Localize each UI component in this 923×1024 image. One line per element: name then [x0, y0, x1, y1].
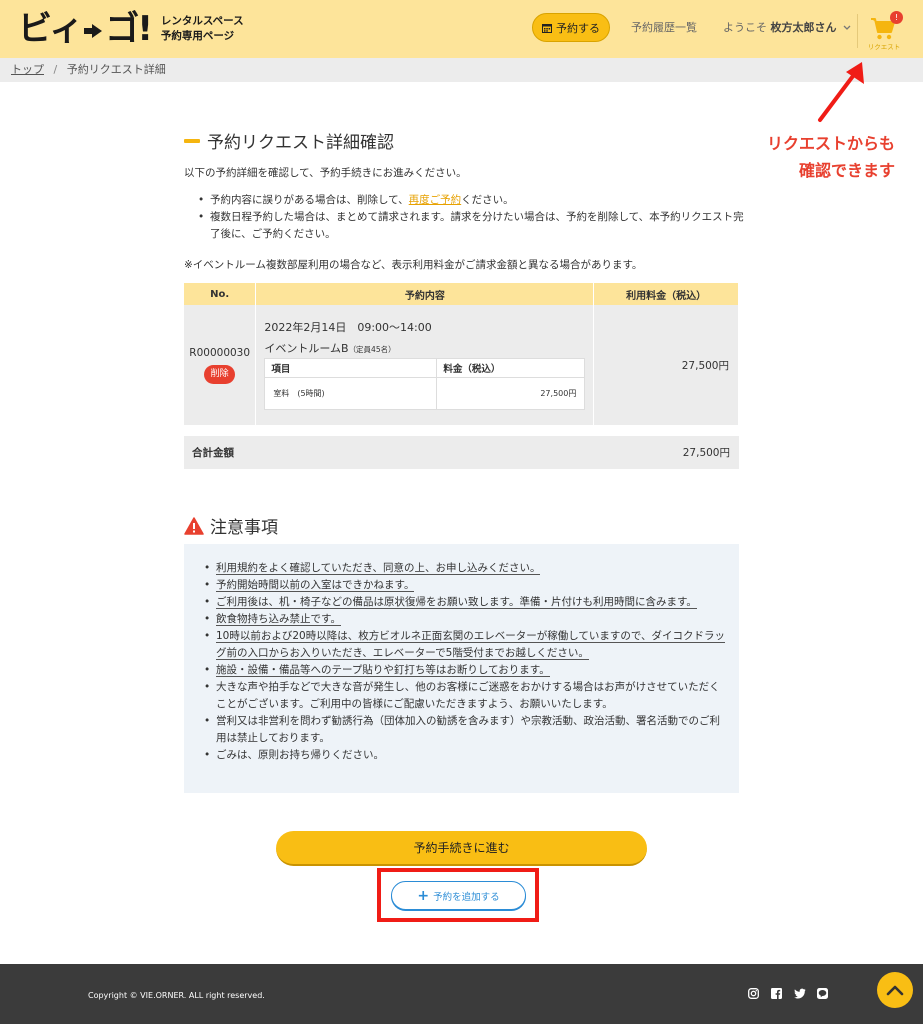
instruction-item: 予約内容に誤りがある場合は、削除して、再度ご予約ください。: [198, 192, 748, 209]
caution-item: 施設・設備・備品等へのテープ貼りや釘打ち等はお断りしております。: [204, 662, 729, 679]
breadcrumb: トップ / 予約リクエスト詳細: [0, 58, 923, 82]
delete-button[interactable]: 削除: [204, 364, 236, 384]
fee-header-item: 項目: [264, 358, 438, 378]
reservation-date: 2022年2月14日 09:00〜14:00: [264, 321, 432, 334]
proceed-button[interactable]: 予約手続きに進む: [276, 831, 647, 866]
column-header-content: 予約内容: [255, 283, 595, 305]
total-label: 合計金額: [192, 447, 234, 459]
history-link[interactable]: 予約履歴一覧: [631, 19, 697, 35]
user-name: 枚方太郎さん: [770, 21, 837, 34]
add-reservation-button[interactable]: + 予約を追加する: [391, 881, 526, 910]
reservation-content-cell: 2022年2月14日 09:00〜14:00 イベントルームB（定員45名） 項…: [255, 305, 595, 425]
annotation-arrow-icon: [818, 62, 864, 122]
intro-text: 以下の予約詳細を確認して、予約手続きにお進みください。: [184, 167, 467, 179]
copyright: Copyright © VIE.ORNER. ALL right reserve…: [88, 991, 265, 1000]
caution-item: 営利又は非営利を問わず勧誘行為（団体加入の勧誘を含みます）や宗教活動、政治活動、…: [204, 713, 729, 747]
caution-item-text: 施設・設備・備品等へのテープ貼りや釘打ち等はお断りしております。: [216, 664, 550, 677]
caution-item: ご利用後は、机・椅子などの備品は原状復帰をお願い致します。準備・片付けも利用時間…: [204, 594, 729, 611]
logo-sub-line2: 予約専用ページ: [160, 30, 235, 42]
instruction-item: 複数日程予約した場合は、まとめて請求されます。請求を分けたい場合は、予約を削除し…: [198, 209, 748, 243]
logo-arrow-icon: [84, 24, 103, 38]
logo-subtitle: レンタルスペース 予約専用ページ: [161, 14, 244, 44]
total-row: 合計金額 27,500円: [184, 436, 739, 469]
logo-main-right: ゴ!: [105, 9, 152, 49]
logo-sub-line1: レンタルスペース: [160, 15, 244, 27]
plus-icon: +: [417, 887, 430, 904]
page-title-text: 予約リクエスト詳細確認: [207, 133, 394, 153]
caution-item: 飲食物持ち込み禁止です。: [204, 611, 729, 628]
breadcrumb-current: 予約リクエスト詳細: [66, 63, 166, 76]
facebook-icon[interactable]: [771, 988, 782, 999]
chevron-down-icon: [843, 25, 851, 30]
rebook-link[interactable]: 再度ご予約: [409, 194, 462, 206]
fee-breakdown-table: 項目 料金（税込） 室料 (5時間) 27,500円: [264, 358, 586, 410]
caution-item: 大きな声や拍手などで大きな音が発生し、他のお客様にご迷惑をおかけする場合はお声が…: [204, 679, 729, 713]
caution-item-text: 飲食物持ち込み禁止です。: [216, 613, 341, 626]
request-cart-button[interactable]: ! リクエスト: [866, 11, 903, 52]
price-note: ※イベントルーム複数部屋利用の場合など、表示利用料金がご請求金額と異なる場合があ…: [184, 259, 643, 271]
instruction-list: 予約内容に誤りがある場合は、削除して、再度ご予約ください。 複数日程予約した場合…: [198, 192, 748, 243]
calendar-icon: [542, 23, 552, 33]
breadcrumb-separator: /: [53, 63, 58, 76]
reservation-table: No. 予約内容 利用料金（税込） R00000030 削除 2022年2月14…: [184, 283, 739, 425]
annotation-line1: リクエストからも: [766, 134, 895, 153]
reserve-button[interactable]: 予約する: [532, 13, 610, 42]
column-header-price: 利用料金（税込）: [593, 283, 739, 305]
logo-main-left: ビィ: [18, 9, 83, 49]
page-top-button[interactable]: [877, 972, 913, 1008]
reservation-room: イベントルームB（定員45名）: [264, 340, 585, 356]
social-links: [748, 988, 828, 999]
line-icon[interactable]: [817, 988, 828, 999]
cart-badge: !: [890, 11, 903, 24]
title-bar-decoration: [184, 138, 200, 143]
page-title: 予約リクエスト詳細確認: [184, 128, 394, 153]
user-menu[interactable]: ようこそ 枚方太郎さん: [723, 19, 851, 35]
room-name: イベントルームB: [264, 342, 349, 355]
caution-item: 予約開始時間以前の入室はできかねます。: [204, 577, 729, 594]
twitter-icon[interactable]: [794, 988, 806, 999]
caution-list: 利用規約をよく確認していただき、同意の上、お申し込みください。 予約開始時間以前…: [204, 560, 729, 764]
caution-item-text: 利用規約をよく確認していただき、同意の上、お申し込みください。: [216, 562, 541, 575]
fee-row: 室料 (5時間) 27,500円: [264, 377, 586, 410]
caution-item-text: ご利用後は、机・椅子などの備品は原状復帰をお願い致します。準備・片付けも利用時間…: [216, 596, 697, 609]
caution-item-text: 予約開始時間以前の入室はできかねます。: [216, 579, 415, 592]
instruction-text: 予約内容に誤りがある場合は、削除して、: [210, 194, 409, 206]
cart-label: リクエスト: [867, 43, 901, 51]
site-footer: Copyright © VIE.ORNER. ALL right reserve…: [0, 964, 923, 1024]
breadcrumb-home-link[interactable]: トップ: [11, 63, 44, 76]
warning-icon: [184, 516, 204, 535]
reserve-button-label: 予約する: [556, 21, 600, 35]
reservation-price: 27,500円: [593, 305, 739, 425]
reservation-no-cell: R00000030 削除: [184, 305, 257, 425]
reservation-no: R00000030: [189, 346, 251, 359]
caution-item: ごみは、原則お持ち帰りください。: [204, 747, 729, 764]
caution-title-text: 注意事項: [210, 518, 278, 538]
annotation-line2: 確認できます: [798, 161, 895, 180]
chevron-up-icon: [886, 985, 904, 996]
caution-title: 注意事項: [184, 513, 278, 538]
caution-item: 10時以前および20時以降は、枚方ビオルネ正面玄関のエレベーターが稼働しています…: [204, 628, 729, 662]
caution-item-text: 10時以前および20時以降は、枚方ビオルネ正面玄関のエレベーターが稼働しています…: [216, 630, 725, 660]
site-header: ビィ ゴ! レンタルスペース 予約専用ページ 予約する 予約履歴一覧 ようこそ …: [0, 0, 923, 58]
instruction-text: ください。: [461, 194, 514, 206]
logo[interactable]: ビィ ゴ! レンタルスペース 予約専用ページ: [18, 9, 244, 49]
caution-item: 利用規約をよく確認していただき、同意の上、お申し込みください。: [204, 560, 729, 577]
fee-item: 室料 (5時間): [264, 377, 438, 410]
fee-header-price: 料金（税込）: [436, 358, 586, 378]
room-capacity: （定員45名）: [348, 345, 396, 354]
total-value: 27,500円: [682, 447, 730, 459]
add-reservation-label: 予約を追加する: [433, 891, 500, 903]
welcome-prefix: ようこそ: [723, 21, 767, 34]
fee-price: 27,500円: [436, 377, 586, 410]
annotation-text: リクエストからも 確認できます: [735, 130, 895, 184]
table-row: R00000030 削除 2022年2月14日 09:00〜14:00 イベント…: [184, 305, 739, 425]
instagram-icon[interactable]: [748, 988, 759, 999]
nav-divider: [857, 14, 858, 48]
column-header-no: No.: [184, 283, 257, 305]
